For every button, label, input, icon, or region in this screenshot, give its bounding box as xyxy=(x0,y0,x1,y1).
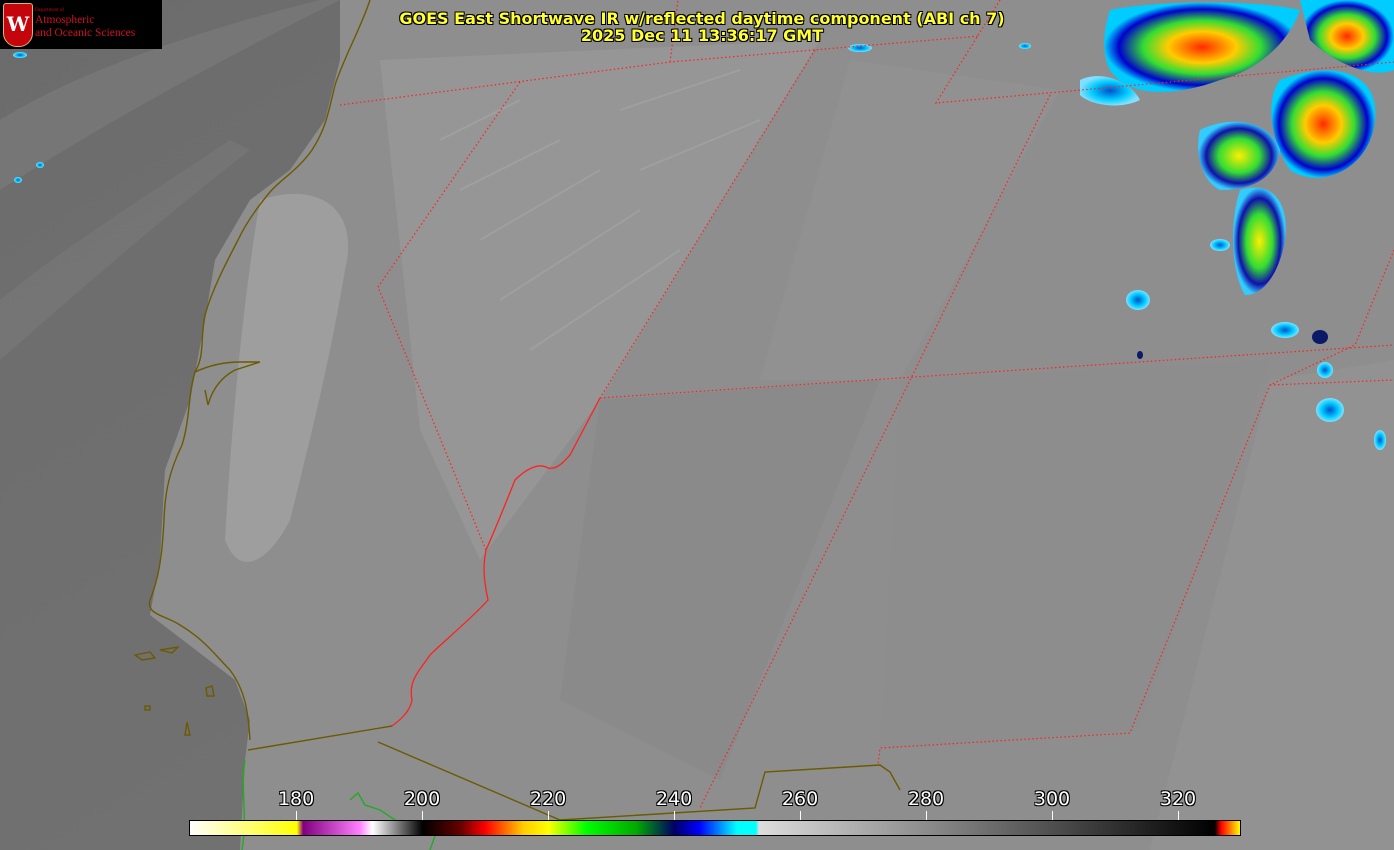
cloud-cell xyxy=(1271,322,1299,338)
imagery-layer xyxy=(0,0,1394,850)
colorbar-tick-label: 280 xyxy=(907,788,945,810)
colorbar-tick-label: 180 xyxy=(277,788,315,810)
cloud-cell xyxy=(14,177,22,183)
colorbar-tick-mark xyxy=(1178,811,1179,820)
colorbar-tick-label: 240 xyxy=(655,788,693,810)
satellite-map xyxy=(0,0,1394,850)
colorbar-tick-mark xyxy=(296,811,297,820)
colorbar-tick-label: 220 xyxy=(529,788,567,810)
cloud-cell xyxy=(1210,239,1230,251)
colorbar-tick-mark xyxy=(926,811,927,820)
cloud-cell xyxy=(1316,398,1344,422)
colorbar-tick-label: 260 xyxy=(781,788,819,810)
cloud-cell xyxy=(1374,430,1386,450)
cloud-cell xyxy=(1317,362,1333,378)
colorbar-tick-label: 320 xyxy=(1159,788,1197,810)
cloud-cell xyxy=(848,44,872,52)
cloud-cell xyxy=(1126,290,1150,310)
colorbar-tick-mark xyxy=(674,811,675,820)
colorbar-tick-mark xyxy=(800,811,801,820)
colorbar-tick-label: 200 xyxy=(403,788,441,810)
cloud-cell xyxy=(1137,351,1143,359)
cloud-cell xyxy=(13,52,27,58)
colorbar-tick-mark xyxy=(1052,811,1053,820)
image-timestamp: 2025 Dec 11 13:36:17 GMT xyxy=(580,26,824,45)
temperature-colorbar xyxy=(189,820,1241,836)
colorbar-tick-label: 300 xyxy=(1033,788,1071,810)
colorbar-tick-mark xyxy=(422,811,423,820)
cloud-cell xyxy=(1312,330,1328,344)
cloud-cell xyxy=(36,162,44,168)
colorbar-tick-mark xyxy=(548,811,549,820)
